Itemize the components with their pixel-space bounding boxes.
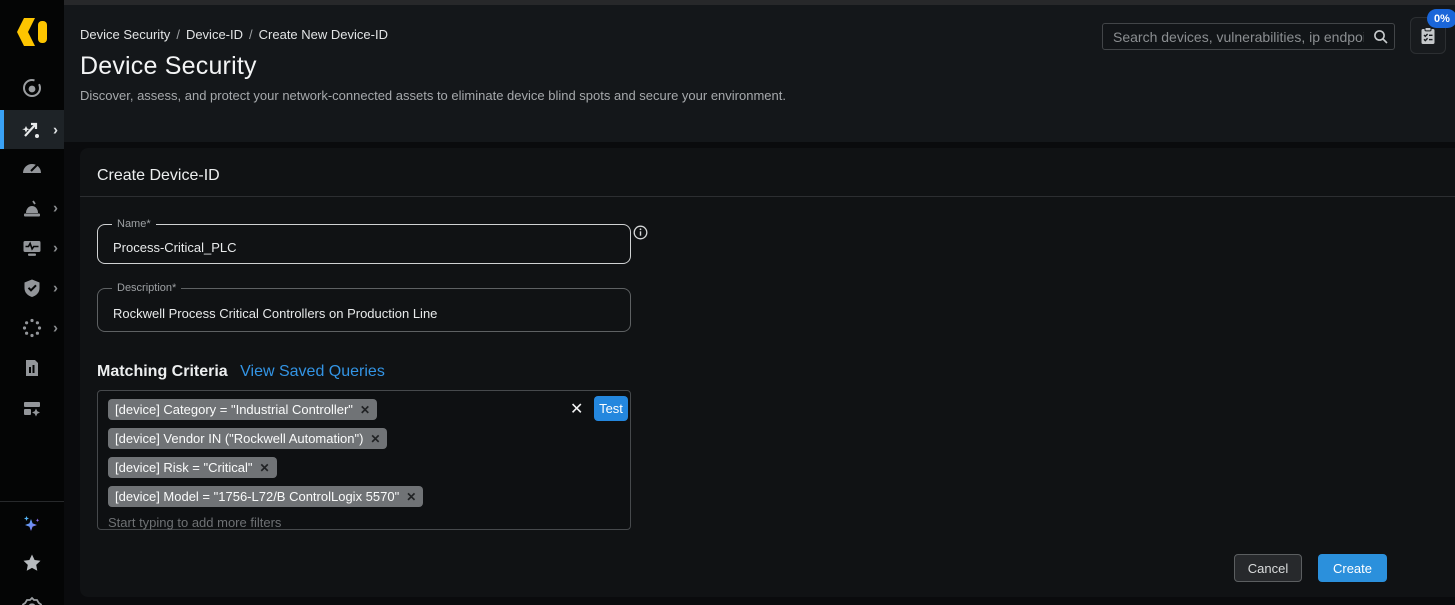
breadcrumb-separator: / xyxy=(249,27,253,42)
sidebar-item-reports[interactable] xyxy=(0,348,64,388)
sidebar-item-integrations[interactable]: › xyxy=(0,308,64,348)
filter-chip[interactable]: [device] Vendor IN ("Rockwell Automation… xyxy=(108,428,387,449)
sidebar: › › › xyxy=(0,0,64,605)
sidebar-item-alerts[interactable]: › xyxy=(0,188,64,228)
sidebar-item-device-security[interactable]: › xyxy=(0,110,64,149)
card-divider xyxy=(80,196,1455,197)
filter-chip-label: [device] Category = "Industrial Controll… xyxy=(115,402,353,417)
ai-sparkles-icon xyxy=(20,512,44,536)
cancel-button[interactable]: Cancel xyxy=(1234,554,1302,582)
description-field: Description* xyxy=(97,288,631,332)
filter-chip-label: [device] Risk = "Critical" xyxy=(115,460,252,475)
test-button[interactable]: Test xyxy=(594,396,628,421)
clipboard-checklist-icon xyxy=(1418,26,1438,46)
monitor-pulse-icon xyxy=(21,237,43,259)
chevron-right-icon: › xyxy=(53,122,58,137)
sidebar-item-favorites[interactable] xyxy=(0,543,64,583)
name-input[interactable] xyxy=(98,225,630,263)
description-field-label: Description* xyxy=(112,282,181,294)
sidebar-item-ai-assistant[interactable] xyxy=(0,504,64,544)
chevron-right-icon: › xyxy=(53,201,58,216)
gear-icon xyxy=(21,595,43,605)
alarm-siren-icon xyxy=(21,197,43,219)
filter-input-placeholder[interactable]: Start typing to add more filters xyxy=(108,515,620,530)
progress-badge[interactable]: 0% xyxy=(1427,9,1455,28)
dotted-circle-icon xyxy=(21,317,43,339)
filter-chip[interactable]: [device] Category = "Industrial Controll… xyxy=(108,399,377,420)
sidebar-item-settings[interactable] xyxy=(0,588,64,605)
sidebar-divider xyxy=(0,501,64,502)
description-input[interactable] xyxy=(98,289,630,331)
clear-query-icon[interactable]: ✕ xyxy=(570,399,583,419)
gauge-icon xyxy=(21,158,43,180)
device-id-route-icon xyxy=(20,119,42,141)
shield-check-icon xyxy=(21,277,43,299)
page-subtitle: Discover, assess, and protect your netwo… xyxy=(80,88,786,103)
filter-chip-label: [device] Vendor IN ("Rockwell Automation… xyxy=(115,431,363,446)
chevron-right-icon: › xyxy=(53,241,58,256)
create-device-id-card: Create Device-ID Name* Description* Matc… xyxy=(80,148,1455,597)
sidebar-item-policy-compliance[interactable]: › xyxy=(0,268,64,308)
page-title: Device Security xyxy=(80,52,257,81)
page-header: Device Security / Device-ID / Create New Dev… xyxy=(64,5,1455,142)
breadcrumb-item[interactable]: Device Security xyxy=(80,27,170,42)
chip-remove-icon[interactable]: ✕ xyxy=(406,490,416,504)
chevron-right-icon: › xyxy=(53,321,58,336)
filter-chip[interactable]: [device] Risk = "Critical" ✕ xyxy=(108,457,277,478)
chip-remove-icon[interactable]: ✕ xyxy=(370,432,380,446)
global-search xyxy=(1102,23,1395,50)
view-saved-queries-link[interactable]: View Saved Queries xyxy=(240,363,385,380)
search-icon[interactable] xyxy=(1368,29,1394,45)
star-icon xyxy=(21,552,43,574)
breadcrumb-separator: / xyxy=(176,27,180,42)
brand-logo-icon[interactable] xyxy=(14,13,52,51)
query-builder[interactable]: [device] Category = "Industrial Controll… xyxy=(97,390,631,530)
filter-chip-list: [device] Category = "Industrial Controll… xyxy=(108,399,620,507)
info-icon[interactable] xyxy=(633,225,648,245)
name-field: Name* xyxy=(97,224,631,264)
search-input[interactable] xyxy=(1103,24,1368,49)
chevron-right-icon: › xyxy=(53,281,58,296)
blocks-sparkle-icon xyxy=(21,397,43,419)
filter-chip-label: [device] Model = "1756-L72/B ControlLogi… xyxy=(115,489,399,504)
filter-chip[interactable]: [device] Model = "1756-L72/B ControlLogi… xyxy=(108,486,423,507)
report-chart-icon xyxy=(21,357,43,379)
breadcrumb-item[interactable]: Device-ID xyxy=(186,27,243,42)
target-icon xyxy=(21,77,43,99)
sidebar-item-discover[interactable] xyxy=(0,68,64,108)
name-field-label: Name* xyxy=(112,218,156,230)
matching-criteria-heading: Matching Criteria xyxy=(97,363,228,380)
breadcrumb: Device Security / Device-ID / Create New Dev… xyxy=(80,27,388,42)
breadcrumb-item: Create New Device-ID xyxy=(259,27,388,42)
app-root: › › › xyxy=(0,0,1455,605)
card-title: Create Device-ID xyxy=(97,167,220,185)
chip-remove-icon[interactable]: ✕ xyxy=(360,403,370,417)
sidebar-item-dashboard[interactable] xyxy=(0,149,64,189)
sidebar-item-device-monitoring[interactable]: › xyxy=(0,228,64,268)
chip-remove-icon[interactable]: ✕ xyxy=(259,461,269,475)
sidebar-item-assets-inventory[interactable] xyxy=(0,388,64,428)
create-button[interactable]: Create xyxy=(1318,554,1387,582)
